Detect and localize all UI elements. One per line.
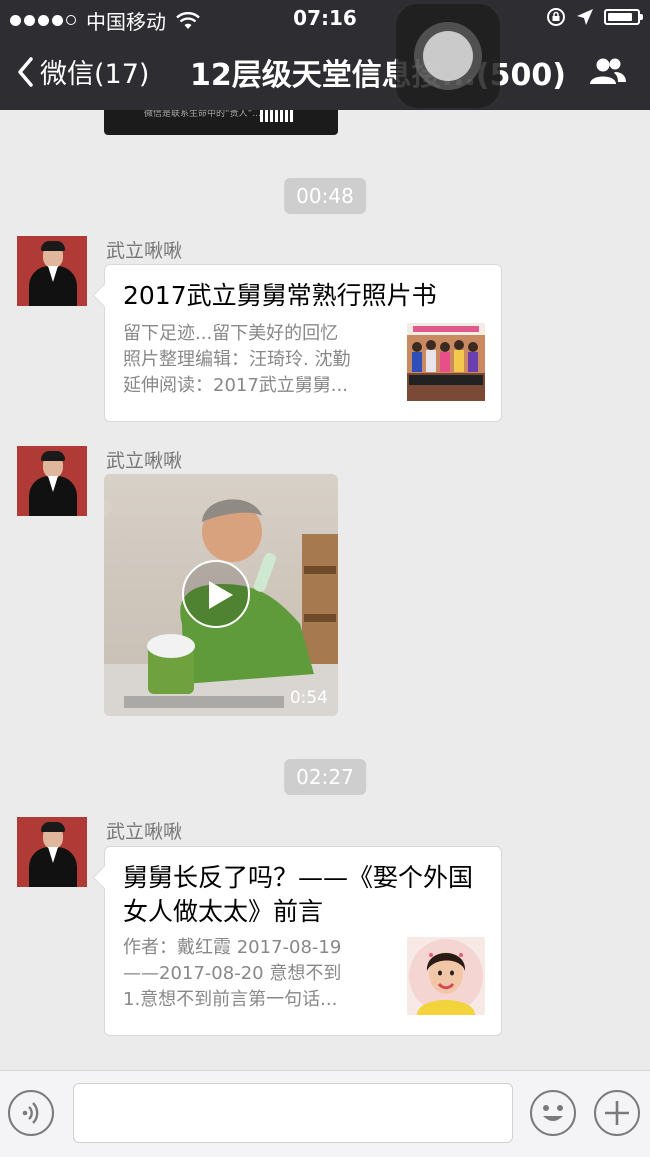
- status-bar: 中国移动 07:16: [0, 0, 650, 36]
- group-info-button[interactable]: [588, 56, 628, 90]
- assistive-touch-button[interactable]: [396, 4, 500, 108]
- back-label: 微信(17): [40, 59, 150, 90]
- battery-icon: [604, 9, 643, 25]
- chat-title: 12层级天堂信息接...(500): [190, 58, 566, 93]
- sender-avatar[interactable]: [17, 446, 87, 516]
- back-button[interactable]: 微信(17): [16, 52, 149, 91]
- chevron-left-icon: [18, 56, 33, 87]
- link-card-message[interactable]: 舅舅长反了吗？——《娶个外国女人做太太》前言 作者：戴红霞 2017-08-19…: [104, 846, 502, 1036]
- more-actions-button[interactable]: [594, 1090, 640, 1136]
- emoji-icon: [543, 1105, 563, 1121]
- top-bar: 中国移动 07:16 微信(17) 12层级天堂信息接...(500): [0, 0, 650, 110]
- sender-name: 武立啾啾: [106, 450, 183, 472]
- link-card-description: 留下足迹...留下美好的回忆 照片整理编辑：汪琦玲. 沈勤 延伸阅读：2017武…: [123, 323, 351, 396]
- previous-image-caption: 微信是联系生命中的“贵人”...: [144, 110, 261, 119]
- emoji-button[interactable]: [530, 1090, 576, 1136]
- group-photo-thumbnail: [407, 323, 485, 401]
- sender-name: 武立啾啾: [106, 821, 183, 843]
- play-button[interactable]: [182, 560, 250, 628]
- sender-name: 武立啾啾: [106, 240, 183, 262]
- sender-avatar[interactable]: [17, 236, 87, 306]
- message-timestamp: 02:27: [284, 759, 366, 795]
- group-members-icon: [590, 58, 626, 84]
- link-card-title: 2017武立舅舅常熟行照片书: [123, 281, 437, 310]
- nav-bar: 微信(17) 12层级天堂信息接...(500): [0, 36, 650, 110]
- previous-image-message[interactable]: 微信是联系生命中的“贵人”...: [104, 110, 338, 135]
- qr-code-image: [260, 110, 294, 122]
- sender-avatar[interactable]: [17, 817, 87, 887]
- message-timestamp: 00:48: [284, 178, 366, 214]
- chat-message-list[interactable]: 微信是联系生命中的“贵人”... 00:48 武立啾啾 2017武立舅舅常熟行照…: [0, 110, 650, 1070]
- video-duration: 0:54: [289, 688, 328, 708]
- link-card-title: 舅舅长反了吗？——《娶个外国女人做太太》前言: [123, 863, 474, 926]
- portrait-thumbnail: [407, 937, 485, 1015]
- voice-icon: [22, 1102, 39, 1124]
- plus-icon: [605, 1101, 629, 1125]
- message-text-input[interactable]: [73, 1083, 513, 1143]
- link-card-description: 作者：戴红霞 2017-08-19 ——2017-08-20 意想不到 1.意想…: [123, 937, 342, 1010]
- voice-input-button[interactable]: [8, 1090, 54, 1136]
- message-input-bar: [0, 1070, 650, 1157]
- rotation-lock-icon: [547, 8, 565, 26]
- link-card-message[interactable]: 2017武立舅舅常熟行照片书 留下足迹...留下美好的回忆 照片整理编辑：汪琦玲…: [104, 264, 502, 422]
- location-arrow-icon: [577, 9, 593, 25]
- video-message[interactable]: 0:54: [104, 474, 338, 716]
